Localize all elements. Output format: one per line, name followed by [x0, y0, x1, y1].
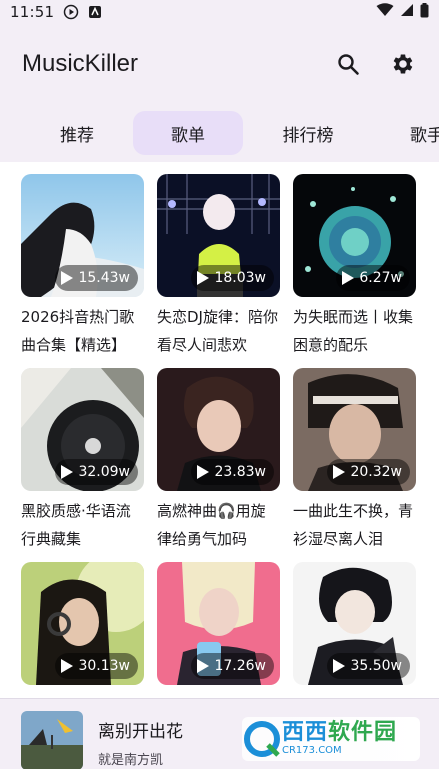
media-play-icon	[63, 4, 79, 20]
now-playing-cover	[21, 711, 83, 769]
playlist-grid: 15.43w 2026抖音热门歌曲合集【精选】 18.03w 失恋DJ旋律：陪你…	[0, 162, 439, 698]
playlist-card[interactable]: 32.09w 黑胶质感·华语流行典藏集	[21, 368, 144, 553]
play-icon	[197, 271, 210, 285]
play-icon	[197, 659, 210, 673]
watermark: 西西软件园 CR173.COM	[242, 717, 420, 761]
playlist-title	[21, 691, 144, 698]
signal-icon	[400, 3, 414, 21]
play-icon	[61, 465, 74, 479]
play-count-badge: 18.03w	[191, 265, 274, 291]
playlist-card[interactable]: 23.83w 高燃神曲🎧用旋律给勇气加码	[157, 368, 280, 553]
playlist-cover: 17.26w	[157, 562, 280, 685]
play-icon	[333, 659, 346, 673]
playlist-cover: 18.03w	[157, 174, 280, 297]
tab-label: 排行榜	[282, 125, 334, 146]
play-count-badge: 30.13w	[55, 653, 138, 679]
play-count: 30.13w	[78, 658, 130, 674]
playlist-cover: 35.50w	[293, 562, 416, 685]
playlist-cover: 6.27w	[293, 174, 416, 297]
play-count: 18.03w	[214, 270, 266, 286]
playlist-card[interactable]: 35.50w	[293, 562, 416, 698]
playlist-card[interactable]: 17.26w	[157, 562, 280, 698]
play-count-badge: 17.26w	[191, 653, 274, 679]
playlist-title	[157, 691, 280, 698]
playlist-title: 2026抖音热门歌曲合集【精选】	[21, 308, 135, 354]
playlist-title	[293, 691, 416, 698]
tab-recommend[interactable]: 推荐	[42, 111, 112, 155]
playlist-card[interactable]: 30.13w	[21, 562, 144, 698]
tab-label: 歌单	[171, 125, 205, 146]
watermark-main: 西西	[282, 720, 329, 745]
now-playing-artist: 就是南方凯	[98, 753, 164, 768]
play-count: 23.83w	[214, 464, 266, 480]
tab-label: 推荐	[60, 125, 94, 146]
play-icon	[61, 271, 74, 285]
play-count-badge: 35.50w	[327, 653, 410, 679]
search-icon[interactable]	[333, 49, 363, 79]
tab-artists[interactable]: 歌手	[402, 111, 439, 155]
playlist-cover: 15.43w	[21, 174, 144, 297]
playlist-card[interactable]: 6.27w 为失眠而选丨收集困意的配乐	[293, 174, 416, 359]
battery-icon	[420, 2, 429, 22]
play-count: 17.26w	[214, 658, 266, 674]
watermark-sub: CR173.COM	[282, 745, 342, 756]
now-playing-title: 离别开出花	[98, 722, 183, 742]
playlist-card[interactable]: 18.03w 失恋DJ旋律：陪你看尽人间悲欢	[157, 174, 280, 359]
play-count: 35.50w	[350, 658, 402, 674]
status-time: 11:51	[10, 3, 55, 21]
playlist-title: 失恋DJ旋律：陪你看尽人间悲欢	[157, 308, 278, 354]
play-count-badge: 23.83w	[191, 459, 274, 485]
play-icon	[342, 271, 355, 285]
playlist-cover: 32.09w	[21, 368, 144, 491]
playlist-title: 黑胶质感·华语流行典藏集	[21, 502, 131, 548]
play-count-badge: 15.43w	[55, 265, 138, 291]
status-bar: 11:51	[0, 0, 439, 24]
play-count: 20.32w	[350, 464, 402, 480]
play-icon	[61, 659, 74, 673]
play-icon	[197, 465, 210, 479]
play-count-badge: 6.27w	[336, 265, 410, 291]
wifi-icon	[376, 3, 394, 21]
playlist-cover: 30.13w	[21, 562, 144, 685]
play-count: 6.27w	[359, 270, 402, 286]
play-count: 15.43w	[78, 270, 130, 286]
play-count-badge: 20.32w	[327, 459, 410, 485]
tab-charts[interactable]: 排行榜	[270, 111, 346, 155]
watermark-logo-icon	[242, 719, 282, 759]
playlist-title: 为失眠而选丨收集困意的配乐	[293, 308, 414, 354]
playlist-title: 一曲此生不换，青衫湿尽离人泪	[293, 502, 414, 548]
play-count: 32.09w	[78, 464, 130, 480]
app-bar: MusicKiller	[0, 24, 439, 104]
tab-bar: 推荐 歌单 排行榜 歌手	[0, 104, 439, 162]
watermark-main-alt: 软件园	[328, 720, 398, 745]
playlist-card[interactable]: 20.32w 一曲此生不换，青衫湿尽离人泪	[293, 368, 416, 553]
playlist-cover: 23.83w	[157, 368, 280, 491]
playlist-cover: 20.32w	[293, 368, 416, 491]
playlist-card[interactable]: 15.43w 2026抖音热门歌曲合集【精选】	[21, 174, 144, 359]
tab-playlists[interactable]: 歌单	[133, 111, 243, 155]
app-title: MusicKiller	[22, 50, 139, 77]
playlist-title: 高燃神曲🎧用旋律给勇气加码	[157, 502, 266, 548]
play-icon	[333, 465, 346, 479]
app-notification-icon	[88, 5, 102, 19]
tab-label: 歌手	[410, 125, 439, 146]
gear-icon[interactable]	[387, 49, 417, 79]
play-count-badge: 32.09w	[55, 459, 138, 485]
mini-player[interactable]: 离别开出花 就是南方凯 西西软件园 CR173.COM	[0, 698, 439, 769]
